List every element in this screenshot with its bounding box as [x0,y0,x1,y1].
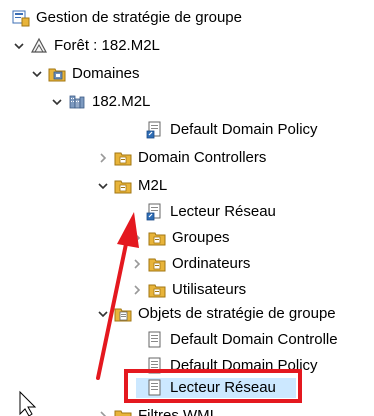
tree-item-lecteur-reseau-link[interactable]: Lecteur Réseau [146,200,276,224]
chevron-down-icon[interactable] [12,39,26,53]
tree-label-gpo-container: Objets de stratégie de groupe [138,305,336,322]
ou-folder-icon [114,177,132,195]
chevron-down-icon[interactable] [96,307,110,321]
tree-item-domain[interactable]: 182.M2L [50,90,150,114]
gpo-tree: Gestion de stratégie de groupe Forêt : 1… [0,0,374,416]
tree-label-forest: Forêt : 182.M2L [54,37,160,54]
tree-item-wmi-filters[interactable]: Filtres WMI [96,404,214,416]
tree-item-ordinateurs[interactable]: Ordinateurs [130,252,250,276]
domains-folder-icon [48,65,66,83]
chevron-right-icon[interactable] [96,151,110,165]
tree-item-gpo-default-dc[interactable]: Default Domain Controlle [146,328,338,352]
tree-item-domains[interactable]: Domaines [30,62,140,86]
tree-label-lecteur-reseau-link: Lecteur Réseau [170,203,276,220]
domain-icon [68,93,86,111]
red-highlight-box [124,369,302,403]
tree-item-gpo-container[interactable]: Objets de stratégie de groupe [96,302,336,326]
tree-label-domain-controllers: Domain Controllers [138,149,267,166]
tree-label-wmi-filters: Filtres WMI [138,407,214,416]
tree-label-root: Gestion de stratégie de groupe [36,9,242,26]
tree-item-root[interactable]: Gestion de stratégie de groupe [12,6,242,30]
gpo-folder-icon [114,305,132,323]
gpo-icon [146,331,164,349]
chevron-down-icon[interactable] [50,95,64,109]
chevron-down-icon[interactable] [30,67,44,81]
chevron-down-icon[interactable] [96,179,110,193]
tree-item-m2l[interactable]: M2L [96,174,167,198]
ou-folder-icon [114,149,132,167]
tree-label-domains: Domaines [72,65,140,82]
tree-item-utilisateurs[interactable]: Utilisateurs [130,278,246,302]
tree-label-ordinateurs: Ordinateurs [172,255,251,272]
ou-folder-icon [148,255,166,273]
folder-icon [114,407,132,416]
chevron-right-icon[interactable] [130,257,144,271]
gpo-link-icon [146,121,164,139]
tree-label-groupes: Groupes [172,229,230,246]
tree-item-default-domain-policy[interactable]: Default Domain Policy [146,118,318,142]
chevron-right-icon[interactable] [130,231,144,245]
tree-item-groupes[interactable]: Groupes [130,226,230,250]
tree-label-gpo-default-dc: Default Domain Controlle [170,331,338,348]
tree-item-forest[interactable]: Forêt : 182.M2L [12,34,160,58]
ou-folder-icon [148,281,166,299]
tree-label-default-domain-policy: Default Domain Policy [170,121,318,138]
tree-item-domain-controllers[interactable]: Domain Controllers [96,146,266,170]
chevron-right-icon[interactable] [96,409,110,416]
tree-label-domain: 182.M2L [92,93,151,110]
tree-label-utilisateurs: Utilisateurs [172,281,247,298]
gpo-link-icon [146,203,164,221]
forest-icon [30,37,48,55]
tree-label-m2l: M2L [138,177,168,194]
chevron-right-icon[interactable] [130,283,144,297]
ou-folder-icon [148,229,166,247]
console-icon [12,9,30,27]
